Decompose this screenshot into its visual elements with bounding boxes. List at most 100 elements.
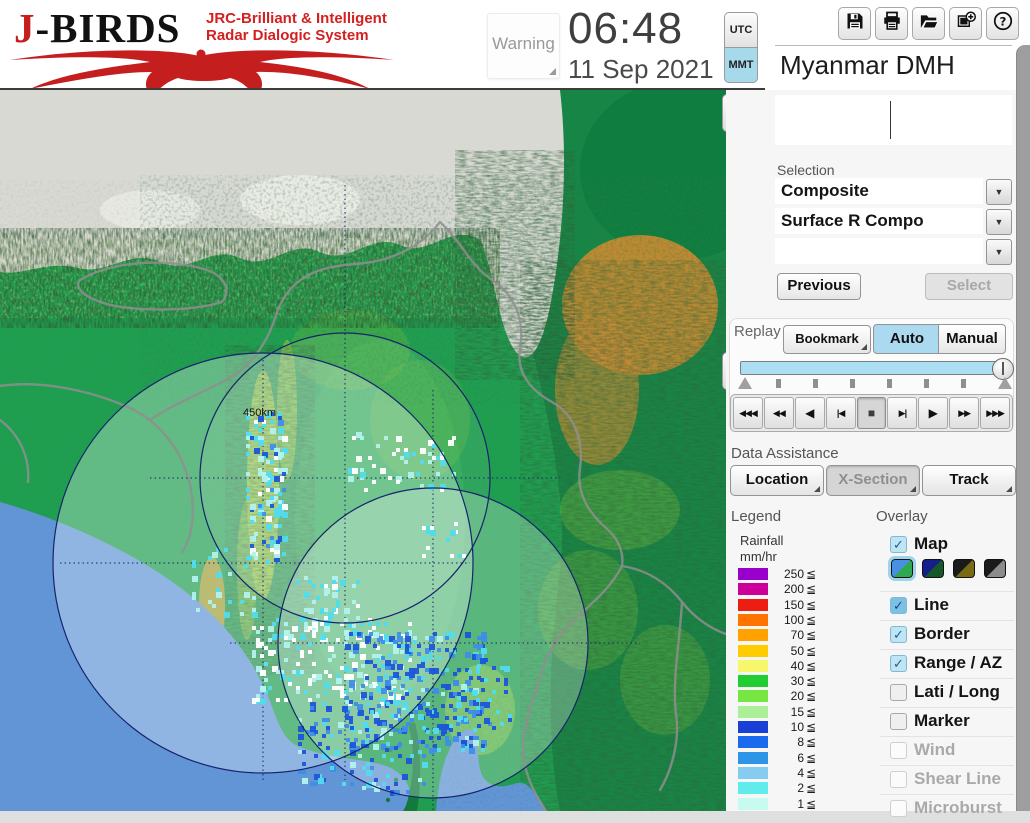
dropdown-arrow-icon[interactable]: ▼	[986, 179, 1012, 205]
station-info-field[interactable]	[775, 95, 1012, 145]
clock-time: 06:48	[568, 4, 683, 54]
manual-mode-button[interactable]: Manual	[938, 324, 1006, 354]
selection-value-3[interactable]	[775, 238, 983, 264]
checkbox[interactable]: ✓	[890, 536, 907, 553]
overlay-item-label: Wind	[914, 740, 955, 760]
legend-symbol: ≦	[806, 644, 816, 659]
dropdown-arrow-icon[interactable]: ▼	[986, 239, 1012, 265]
timezone-utc-button[interactable]: UTC	[724, 12, 758, 48]
overlay-item-label: Lati / Long	[914, 682, 1000, 702]
legend-value: 15	[772, 705, 804, 720]
step-back-button[interactable]: |◀	[826, 397, 856, 429]
selection-value-1[interactable]: Composite	[775, 178, 983, 204]
legend-symbol: ≦	[806, 705, 816, 720]
legend-symbol: ≦	[806, 735, 816, 750]
legend-unit-line2: mm/hr	[740, 549, 777, 564]
radar-map[interactable]: 450km	[0, 90, 726, 811]
fast-rewind-3-button[interactable]: ◀◀◀	[733, 397, 763, 429]
step-forward-button[interactable]: ▶|	[887, 397, 917, 429]
bookmark-button[interactable]: Bookmark	[783, 325, 871, 354]
checkbox	[890, 742, 907, 759]
snapshot-add-button[interactable]	[949, 7, 982, 40]
legend-color-swatch	[738, 614, 768, 626]
toolbar: ?	[838, 7, 1019, 40]
style-black-gray-swatch[interactable]	[984, 559, 1006, 578]
style-blue-green-swatch[interactable]	[891, 559, 913, 578]
legend-row: 30≦	[738, 674, 858, 689]
play-reverse-button[interactable]: ◀	[795, 397, 825, 429]
track-button[interactable]: Track	[922, 465, 1016, 496]
x-section-button[interactable]: X-Section	[826, 465, 920, 496]
legend-symbol: ≦	[806, 797, 816, 812]
legend-value: 100	[772, 613, 804, 628]
auto-mode-button[interactable]: Auto	[873, 324, 941, 354]
checkbox	[890, 771, 907, 788]
overlay-item-label: Border	[914, 624, 970, 644]
legend-value: 70	[772, 628, 804, 643]
overlay-item-label: Marker	[914, 711, 970, 731]
open-folder-button[interactable]	[912, 7, 945, 40]
legend-symbol: ≦	[806, 613, 816, 628]
legend-color-swatch	[738, 629, 768, 641]
overlay-item-border: ✓ Border	[884, 623, 1014, 649]
overlay-heading: Overlay	[876, 508, 928, 525]
overlay-item-microburst: Microburst	[884, 797, 1014, 823]
legend-symbol: ≦	[806, 781, 816, 796]
dropdown-arrow-icon[interactable]: ▼	[986, 209, 1012, 235]
stop-button[interactable]: ■	[857, 397, 887, 429]
legend-row: 6≦	[738, 751, 858, 766]
legend-color-swatch	[738, 706, 768, 718]
save-button[interactable]	[838, 7, 871, 40]
legend-color-swatch	[738, 568, 768, 580]
location-button[interactable]: Location	[730, 465, 824, 496]
fast-rewind-button[interactable]: ◀◀	[764, 397, 794, 429]
fast-forward-button[interactable]: ▶▶	[949, 397, 979, 429]
sidebar: Selection Composite▼Surface R Compo▼▼ Pr…	[726, 90, 1016, 811]
panel-edge-strip[interactable]	[1016, 45, 1030, 811]
replay-timeline-slider[interactable]	[740, 361, 1005, 375]
legend-value: 20	[772, 689, 804, 704]
legend-unit-line1: Rainfall	[740, 533, 783, 548]
legend-value: 6	[772, 751, 804, 766]
checkbox[interactable]: ✓	[890, 597, 907, 614]
field-divider	[890, 101, 891, 139]
legend-value: 4	[772, 766, 804, 781]
selection-dropdown-2: Surface R Compo▼	[775, 208, 1012, 234]
warning-button[interactable]: Warning	[487, 13, 560, 79]
style-navy-green-swatch[interactable]	[922, 559, 944, 578]
legend-row: 150≦	[738, 598, 858, 613]
print-button[interactable]	[875, 7, 908, 40]
legend-color-swatch	[738, 767, 768, 779]
legend-color-swatch	[738, 798, 768, 810]
previous-button[interactable]: Previous	[777, 273, 861, 300]
timezone-mmt-button[interactable]: MMT	[724, 47, 758, 83]
legend-value: 1	[772, 797, 804, 812]
help-button[interactable]: ?	[986, 7, 1019, 40]
checkbox[interactable]: ✓	[890, 626, 907, 643]
legend-color-swatch	[738, 660, 768, 672]
checkbox[interactable]: ✓	[890, 655, 907, 672]
select-button[interactable]: Select	[925, 273, 1013, 300]
overlay-item-label: Range / AZ	[914, 653, 1002, 673]
timeline-tick	[813, 379, 818, 388]
header: J-BIRDS JRC-Brilliant & Intelligent Rada…	[0, 0, 1030, 90]
legend-value: 250	[772, 567, 804, 582]
range-ring-label: 450km	[243, 407, 276, 419]
checkbox[interactable]	[890, 713, 907, 730]
selection-dropdown-1: Composite▼	[775, 178, 1012, 204]
style-black-olive-swatch[interactable]	[953, 559, 975, 578]
checkbox[interactable]	[890, 684, 907, 701]
legend-symbol: ≦	[806, 674, 816, 689]
open-folder-icon	[919, 11, 939, 36]
selection-dropdown-3: ▼	[775, 238, 1012, 264]
help-icon: ?	[993, 11, 1013, 36]
play-button[interactable]: ▶	[918, 397, 948, 429]
timeline-tick	[850, 379, 855, 388]
legend-row: 8≦	[738, 735, 858, 750]
selection-value-2[interactable]: Surface R Compo	[775, 208, 983, 234]
jbirds-logo: J-BIRDS JRC-Brilliant & Intelligent Rada…	[8, 2, 400, 88]
legend-color-swatch	[738, 736, 768, 748]
timeline-end-marker	[998, 377, 1012, 389]
legend-symbol: ≦	[806, 766, 816, 781]
fast-forward-3-button[interactable]: ▶▶▶	[980, 397, 1010, 429]
